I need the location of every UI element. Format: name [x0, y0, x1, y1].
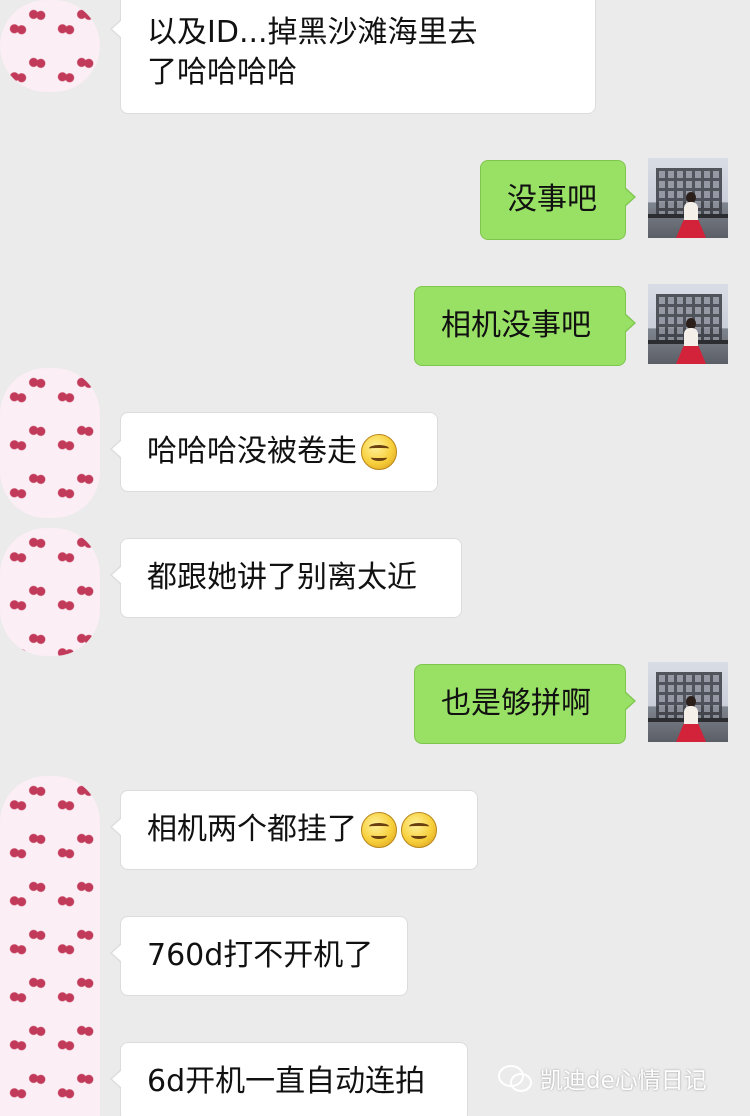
- message-content: 相机两个都挂了: [147, 810, 437, 850]
- message-text: 也是够拼啊: [441, 686, 591, 721]
- contact-avatar[interactable]: [0, 368, 100, 518]
- my-avatar[interactable]: [648, 158, 728, 238]
- chat-screen: 以及ID...掉黑沙滩海里去 了哈哈哈哈 没事吧 相机没事吧 哈哈哈没被卷走 都…: [0, 0, 750, 1116]
- my-avatar[interactable]: [648, 284, 728, 364]
- message-bubble-outgoing[interactable]: 也是够拼啊: [414, 664, 636, 744]
- watermark-text: 凯迪de心情日记: [540, 1068, 707, 1094]
- message-bubble-incoming[interactable]: 6d开机一直自动连拍: [110, 1042, 468, 1116]
- contact-avatar[interactable]: [0, 776, 100, 1116]
- message-content: 哈哈哈没被卷走: [147, 432, 397, 472]
- my-avatar[interactable]: [648, 662, 728, 742]
- message-bubble-incoming[interactable]: 以及ID...掉黑沙滩海里去 了哈哈哈哈: [110, 0, 596, 114]
- message-text: 哈哈哈没被卷走: [147, 434, 357, 469]
- smile-emoji-icon: [361, 812, 397, 848]
- message-text-line: 了哈哈哈哈: [147, 55, 297, 90]
- message-bubble-outgoing[interactable]: 相机没事吧: [414, 286, 636, 366]
- message-text-line: 以及ID...掉黑沙滩海里去: [147, 15, 478, 50]
- message-bubble-incoming[interactable]: 哈哈哈没被卷走: [110, 412, 438, 492]
- watermark: 凯迪de心情日记: [498, 1058, 738, 1098]
- message-text: 6d开机一直自动连拍: [147, 1064, 426, 1099]
- message-bubble-outgoing[interactable]: 没事吧: [480, 160, 636, 240]
- smile-emoji-icon: [361, 434, 397, 470]
- contact-avatar[interactable]: [0, 528, 100, 656]
- message-text: 相机没事吧: [441, 308, 591, 343]
- message-text: 都跟她讲了别离太近: [147, 560, 417, 595]
- message-text: 760d打不开机了: [147, 938, 374, 973]
- message-bubble-incoming[interactable]: 760d打不开机了: [110, 916, 408, 996]
- smile-emoji-icon: [401, 812, 437, 848]
- message-text: 没事吧: [507, 182, 597, 217]
- message-bubble-incoming[interactable]: 相机两个都挂了: [110, 790, 478, 870]
- message-text: 相机两个都挂了: [147, 812, 357, 847]
- message-bubble-incoming[interactable]: 都跟她讲了别离太近: [110, 538, 462, 618]
- contact-avatar[interactable]: [0, 0, 100, 92]
- wechat-icon: [498, 1063, 532, 1093]
